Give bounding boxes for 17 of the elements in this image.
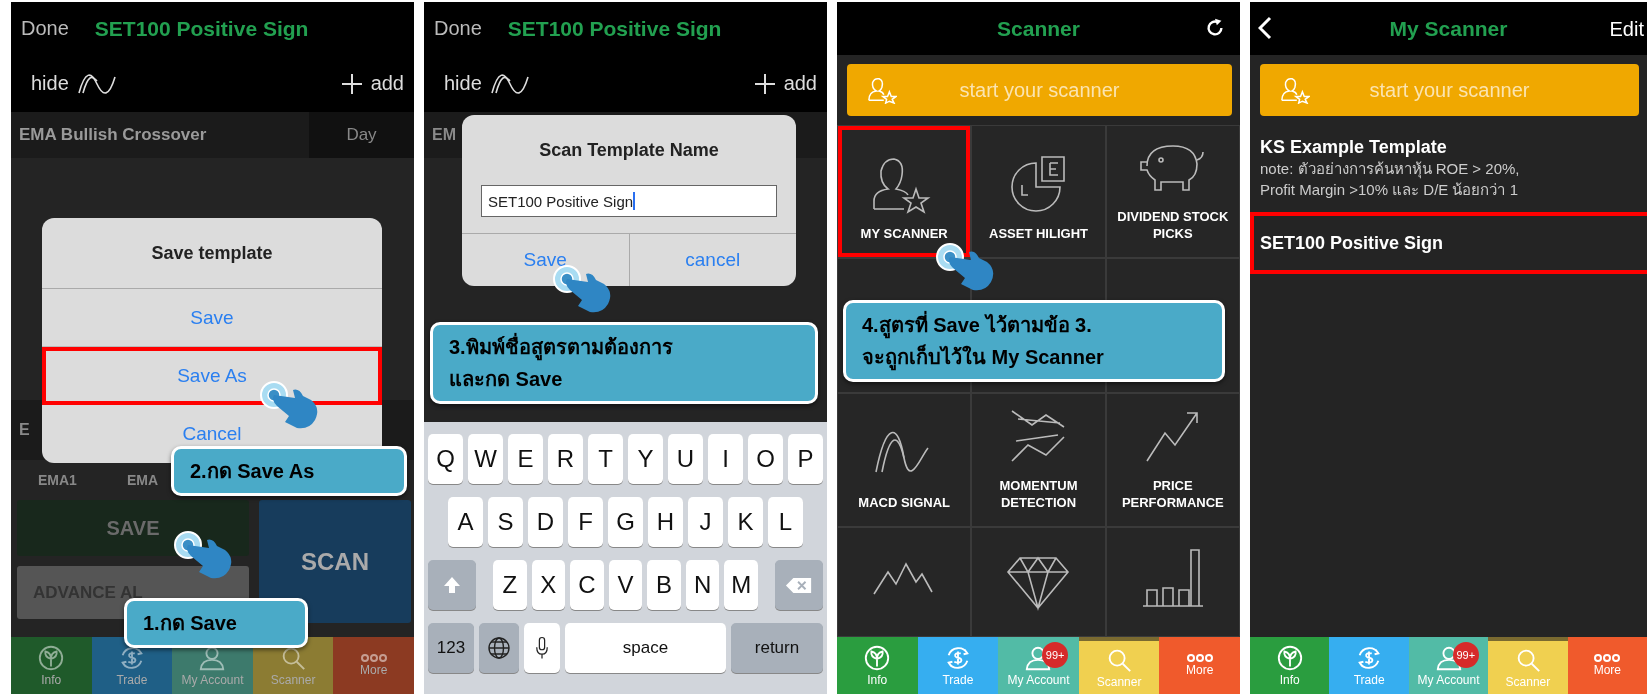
notification-badge: 99+	[1042, 642, 1069, 668]
screen-title: Scanner	[997, 16, 1080, 41]
dialog-title: Save template	[42, 218, 382, 289]
callout-tooltip: 4.สูตรที่ Save ไว้ตามข้อ 3. จะถูกเก็บไว้ใน My Scanner	[843, 300, 1225, 382]
callout-tooltip: 2.กด Save As	[171, 446, 407, 496]
callout-tooltip: 1.กด Save	[124, 598, 308, 648]
condition-name: EMA Bullish Crossover	[19, 125, 208, 145]
screen-title: SET100 Positive Sign	[94, 16, 309, 41]
row-label: EM	[432, 126, 456, 144]
callout-tooltip: 3.พิมพ์ชื่อสูตรตามต้องการ และกด Save	[430, 322, 818, 404]
screen-title: My Scanner	[1389, 16, 1508, 41]
parameter-label: EMA	[126, 472, 159, 488]
notification-badge: 99+	[1452, 642, 1479, 668]
parameter-label: EMA1	[38, 472, 77, 488]
screen-title: SET100 Positive Sign	[507, 16, 722, 41]
dialog-title: Scan Template Name	[538, 138, 720, 162]
row-label: E	[19, 421, 30, 439]
